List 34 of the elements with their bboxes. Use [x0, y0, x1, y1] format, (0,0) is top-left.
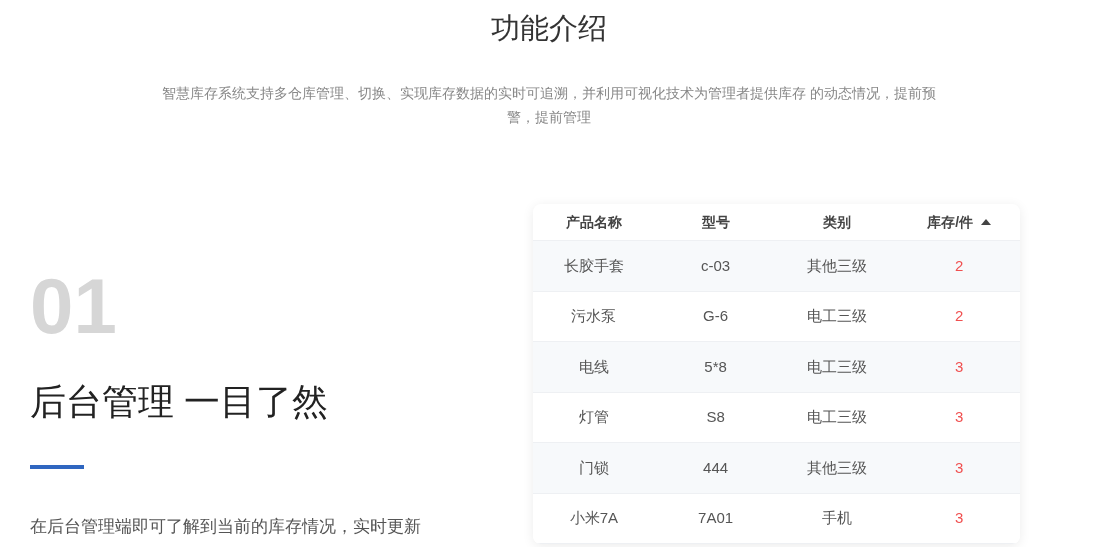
- table-cell-text: 小米7A: [569, 508, 619, 528]
- table-cell-text: 灯管: [578, 407, 609, 427]
- column-header[interactable]: 类别: [823, 211, 852, 233]
- intro-paragraph: 智慧库存系统支持多仓库管理、切换、实现库存数据的实时可追溯，并利用可视化技术为管理者提供库存 的动态情况，提前预警，提前管理: [161, 85, 937, 127]
- table-cell-text: 5*8: [704, 356, 727, 377]
- table-cell-text: 3: [954, 356, 964, 377]
- table-cell-text: 电工三级: [807, 306, 868, 326]
- table-cell-text: 3: [954, 457, 964, 478]
- accent-bar: [30, 465, 84, 469]
- feature-heading: 后台管理 一目了然: [30, 380, 329, 424]
- table-cell-text: c-03: [701, 255, 731, 276]
- table-cell-text: 2: [954, 255, 964, 276]
- table-cell-text: 长胶手套: [563, 255, 624, 276]
- table-cell-text: 电工三级: [807, 356, 868, 377]
- table-cell-text: 污水泵: [571, 306, 617, 326]
- table-cell-text: 手机: [822, 508, 853, 528]
- table-cell-text: S8: [706, 407, 725, 427]
- column-header[interactable]: 库存/件: [927, 211, 974, 233]
- table-cell-text: 3: [954, 407, 964, 427]
- table-cell-text: 其他三级: [807, 255, 868, 276]
- table-cell-text: 2: [954, 306, 964, 326]
- column-header[interactable]: 型号: [701, 211, 730, 233]
- sort-ascending-icon[interactable]: [981, 219, 992, 225]
- table-cell-text: 444: [703, 457, 729, 478]
- table-cell-text: G-6: [703, 306, 729, 326]
- table-cell-text: 其他三级: [807, 457, 868, 478]
- table-cell-text: 电线: [578, 356, 609, 377]
- table-cell-text: 电工三级: [807, 407, 868, 427]
- table-cell-text: 门锁: [578, 457, 609, 478]
- table-cell-text: 3: [954, 508, 964, 528]
- column-header[interactable]: 产品名称: [565, 211, 622, 233]
- section-title: 功能介绍: [491, 11, 607, 46]
- feature-description: 在后台管理端即可了解到当前的库存情况，实时更新: [30, 516, 422, 538]
- table-cell-text: 7A01: [698, 508, 734, 528]
